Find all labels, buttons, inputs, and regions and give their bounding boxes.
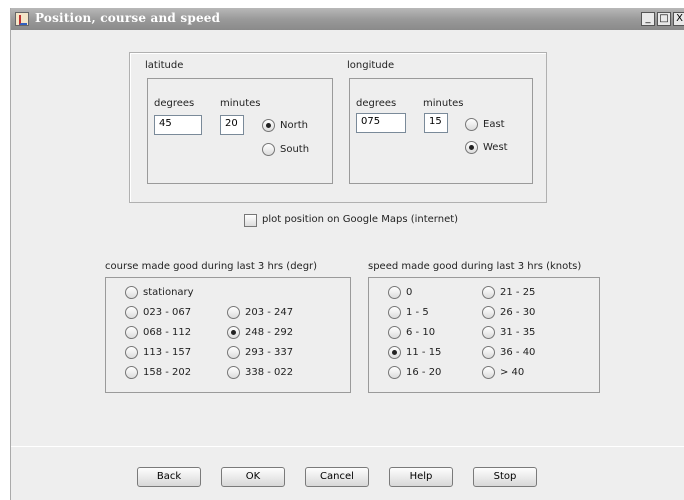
radio-indicator [227,366,240,379]
longitude-minutes-input[interactable]: 15 [424,113,448,133]
speed-option-label: 1 - 5 [406,307,429,318]
longitude-title: longitude [347,60,395,71]
east-label: East [483,119,505,130]
radio-indicator [482,346,495,359]
speed-title: speed made good during last 3 hrs (knots… [368,261,582,272]
help-button[interactable]: Help [389,467,453,487]
radio-indicator [388,346,401,359]
west-label: West [483,142,508,153]
course-title: course made good during last 3 hrs (degr… [105,261,318,272]
radio-indicator [388,286,401,299]
latitude-minutes-input[interactable]: 20 [220,115,244,135]
longitude-degrees-label: degrees [356,98,397,109]
longitude-degrees-input[interactable]: 075 [356,113,406,133]
maximize-button[interactable]: □ [657,12,671,26]
radio-indicator [227,326,240,339]
radio-indicator [262,119,275,132]
longitude-minutes-label: minutes [423,98,464,109]
course-option-label: 023 - 067 [143,307,192,318]
radio-indicator [388,366,401,379]
radio-indicator [388,326,401,339]
dialog-window: Position, course and speed _ □ X latitud… [10,8,684,500]
radio-indicator [227,306,240,319]
radio-indicator [125,346,138,359]
course-option-label: 203 - 247 [245,307,294,318]
window-title: Position, course and speed [35,11,221,25]
latitude-degrees-input[interactable]: 45 [154,115,202,135]
north-label: North [280,120,308,131]
radio-indicator [388,306,401,319]
plot-google-maps-label: plot position on Google Maps (internet) [262,214,459,225]
plot-google-maps-checkbox[interactable] [244,214,257,227]
speed-option-label: 16 - 20 [406,367,442,378]
radio-indicator [465,141,478,154]
speed-option-label: 36 - 40 [500,347,536,358]
speed-option-label: 26 - 30 [500,307,536,318]
title-bar[interactable]: Position, course and speed _ □ X [11,8,684,30]
radio-indicator [125,286,138,299]
cancel-button[interactable]: Cancel [305,467,369,487]
separator [11,446,684,447]
radio-indicator [482,366,495,379]
course-option-label: 293 - 337 [245,347,294,358]
radio-indicator [227,346,240,359]
latitude-title: latitude [145,60,184,71]
stop-button[interactable]: Stop [473,467,537,487]
radio-indicator [125,366,138,379]
close-button[interactable]: X [673,12,684,26]
radio-indicator [482,326,495,339]
radio-indicator [482,286,495,299]
radio-indicator [125,326,138,339]
course-option-label: 068 - 112 [143,327,192,338]
course-option-label: 158 - 202 [143,367,192,378]
java-app-icon [15,12,29,26]
latitude-degrees-label: degrees [154,98,195,109]
course-option-label: 248 - 292 [245,327,294,338]
radio-indicator [482,306,495,319]
back-button[interactable]: Back [137,467,201,487]
course-option-label: stationary [143,287,194,298]
speed-option-label: 0 [406,287,413,298]
south-label: South [280,144,310,155]
radio-indicator [262,143,275,156]
radio-indicator [465,118,478,131]
course-option-label: 113 - 157 [143,347,192,358]
speed-option-label: 31 - 35 [500,327,536,338]
radio-indicator [125,306,138,319]
course-option-label: 338 - 022 [245,367,294,378]
ok-button[interactable]: OK [221,467,285,487]
minimize-button[interactable]: _ [641,12,655,26]
speed-option-label: > 40 [500,367,525,378]
speed-option-label: 6 - 10 [406,327,436,338]
speed-option-label: 11 - 15 [406,347,442,358]
speed-option-label: 21 - 25 [500,287,536,298]
latitude-minutes-label: minutes [220,98,261,109]
